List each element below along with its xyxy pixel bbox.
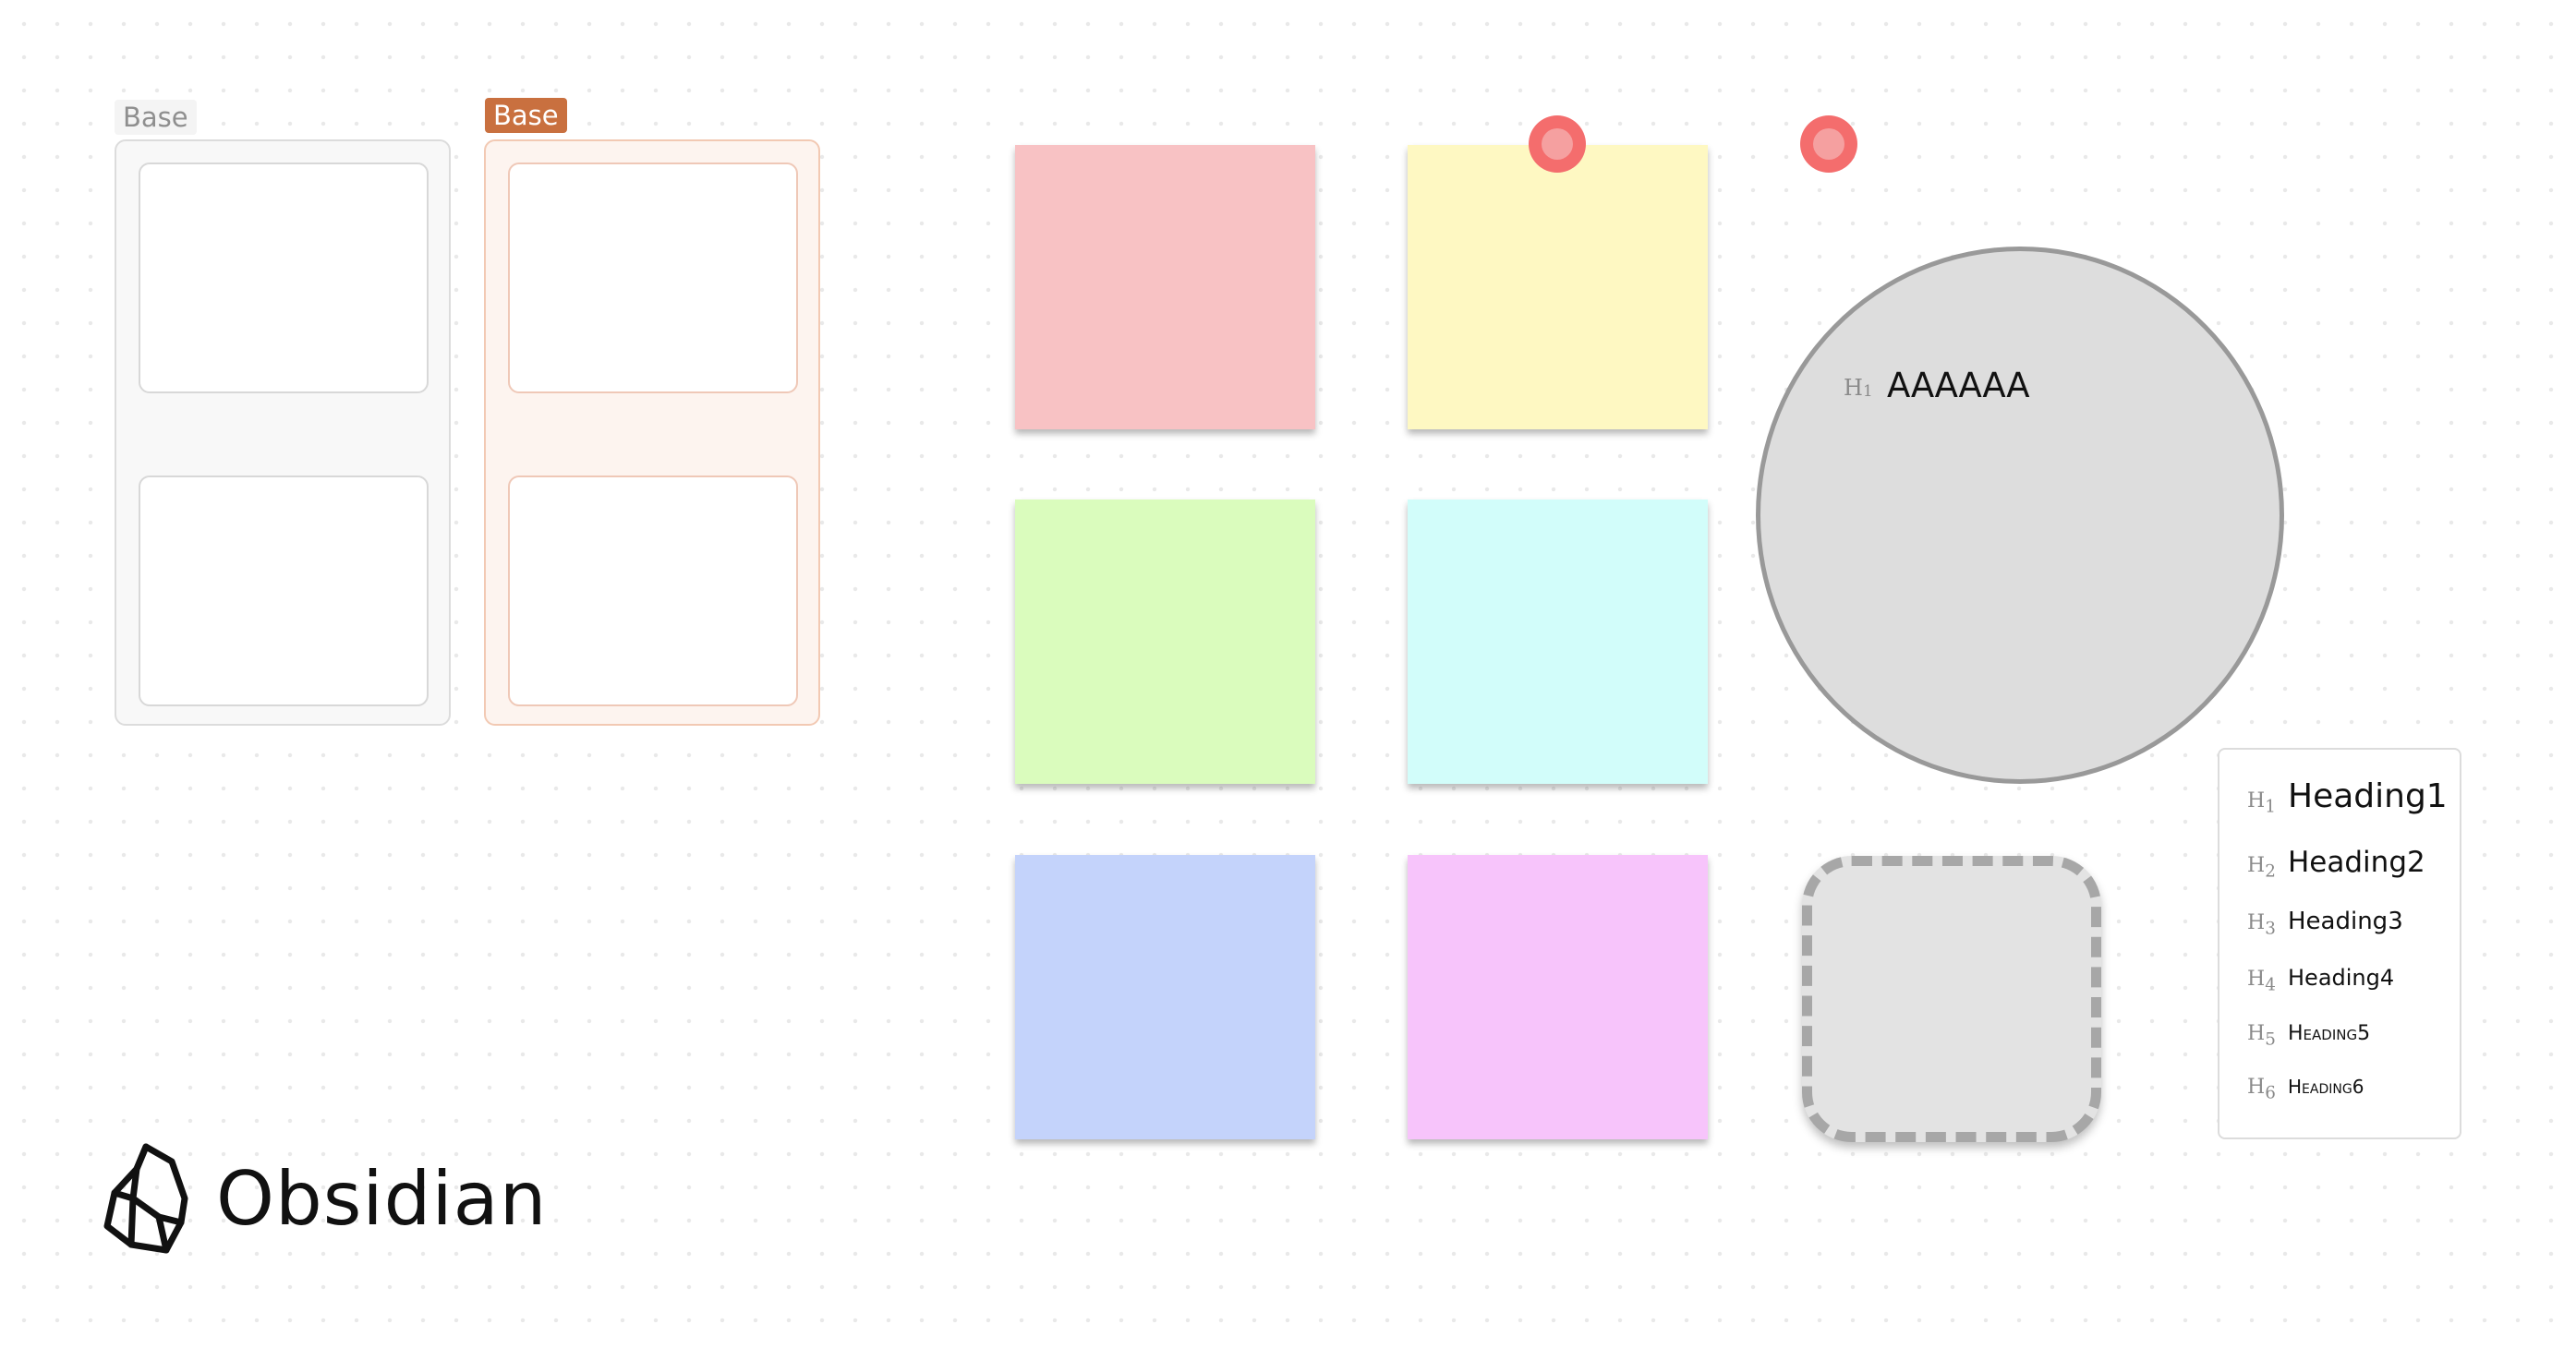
- sticky-note-red[interactable]: [1015, 145, 1315, 429]
- group-node-base[interactable]: [115, 139, 451, 726]
- file-card-bottom[interactable]: [139, 475, 429, 706]
- sticky-note-purple[interactable]: [1408, 855, 1708, 1139]
- sticky-note-blue[interactable]: [1015, 855, 1315, 1139]
- pin-icon[interactable]: [1800, 115, 1857, 173]
- file-card-top[interactable]: [508, 162, 798, 393]
- group-label-base[interactable]: Base: [115, 100, 197, 135]
- heading-2-row: H2 Heading2: [2247, 846, 2425, 882]
- sticky-note-yellow[interactable]: [1408, 145, 1708, 429]
- heading-3-row: H3 Heading3: [2247, 908, 2403, 939]
- circle-node[interactable]: [1756, 247, 2284, 784]
- headings-card[interactable]: H1 Heading1 H2 Heading2 H3 Heading3 H4 Headi…: [2218, 748, 2461, 1139]
- obsidian-logo-text: Obsidian: [216, 1156, 548, 1242]
- heading-6-row: H6 Heading6: [2247, 1076, 2364, 1103]
- pin-icon[interactable]: [1529, 115, 1586, 173]
- obsidian-logo-icon: [100, 1141, 192, 1258]
- sticky-note-green[interactable]: [1015, 499, 1315, 784]
- heading-1-row: H1 Heading1: [2247, 777, 2448, 817]
- file-card-top[interactable]: [139, 162, 429, 393]
- heading-5-row: H5 Heading5: [2247, 1022, 2371, 1050]
- dashed-node[interactable]: [1802, 856, 2101, 1142]
- circle-node-heading: AAAAAA: [1887, 366, 2030, 405]
- file-card-bottom[interactable]: [508, 475, 798, 706]
- group-node-base-orange[interactable]: [484, 139, 820, 726]
- heading-4-row: H4 Heading4: [2247, 965, 2395, 995]
- heading-level-marker: H1: [1844, 375, 1873, 401]
- group-label-base-orange[interactable]: Base: [485, 98, 567, 133]
- sticky-note-cyan[interactable]: [1408, 499, 1708, 784]
